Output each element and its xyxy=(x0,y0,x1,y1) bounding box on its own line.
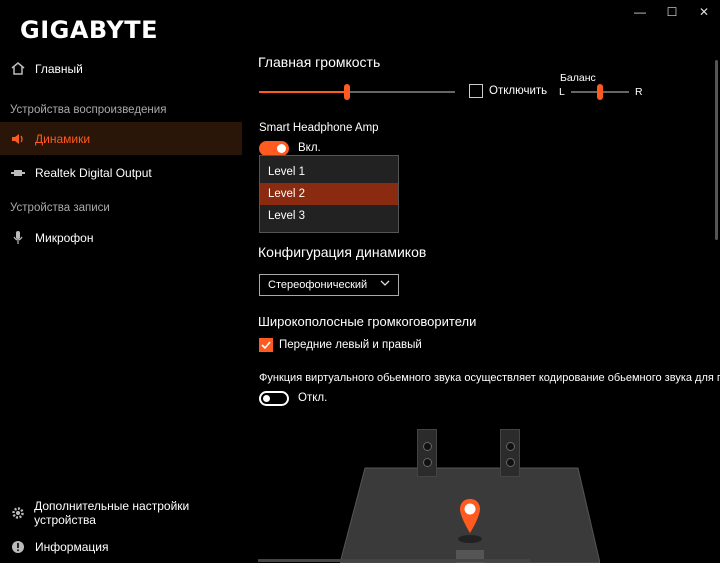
headphone-amp-toggle[interactable] xyxy=(259,141,289,156)
gear-icon xyxy=(10,505,25,521)
headphone-amp-title: Smart Headphone Amp xyxy=(259,122,379,134)
speaker-front-left[interactable] xyxy=(417,429,437,477)
balance-slider-thumb[interactable] xyxy=(597,84,603,100)
sidebar-item-label: Информация xyxy=(35,539,109,554)
virtual-surround-toggle[interactable] xyxy=(259,391,289,406)
sidebar-item-label: Realtek Digital Output xyxy=(35,165,152,180)
toggle-knob xyxy=(277,144,286,153)
balance-right-label: R xyxy=(635,86,643,98)
master-volume-title: Главная громкость xyxy=(258,54,381,70)
amp-level-option[interactable]: Level 1 xyxy=(260,161,398,183)
sidebar-item-label: Микрофон xyxy=(35,230,94,245)
sidebar-item-advanced-settings[interactable]: Дополнительные настройки устройства xyxy=(0,496,242,529)
close-button[interactable]: ✕ xyxy=(688,0,720,24)
sidebar-item-info[interactable]: Информация xyxy=(0,530,242,563)
amp-level-option[interactable]: Level 3 xyxy=(260,205,398,227)
home-icon xyxy=(10,61,26,77)
volume-slider-thumb[interactable] xyxy=(344,84,351,100)
checkmark-icon xyxy=(261,341,271,350)
front-lr-label: Передние левый и правый xyxy=(279,339,422,351)
front-lr-checkbox[interactable] xyxy=(259,338,273,352)
horizontal-scrollbar[interactable] xyxy=(258,559,530,562)
speaker-config-select[interactable]: Стереофонический xyxy=(259,274,399,296)
app-window: — ☐ ✕ GIGABYTE Главный Устройства воспро… xyxy=(0,0,720,563)
sidebar-item-microphone[interactable]: Микрофон xyxy=(0,221,242,254)
digital-output-icon xyxy=(10,165,26,181)
speaker-config-title: Конфигурация динамиков xyxy=(258,244,427,260)
window-controls: — ☐ ✕ xyxy=(624,0,720,24)
mute-checkbox[interactable] xyxy=(469,84,483,98)
toggle-knob xyxy=(263,395,270,402)
sidebar-item-label: Динамики xyxy=(35,131,91,146)
balance-label: Баланс xyxy=(560,72,596,84)
microphone-icon xyxy=(10,230,26,246)
playback-section-label: Устройства воспроизведения xyxy=(10,104,167,116)
speaker-config-value: Стереофонический xyxy=(268,279,368,291)
headphone-amp-toggle-label: Вкл. xyxy=(298,142,321,154)
mute-label: Отключить xyxy=(489,85,548,97)
info-icon xyxy=(10,539,26,555)
record-section-label: Устройства записи xyxy=(10,202,110,214)
speaker-front-right[interactable] xyxy=(500,429,520,477)
sidebar-item-label: Главный xyxy=(35,61,83,76)
minimize-button[interactable]: — xyxy=(624,0,656,24)
sidebar-item-speakers[interactable]: Динамики xyxy=(0,122,242,155)
vertical-scrollbar[interactable] xyxy=(715,60,718,240)
chevron-down-icon xyxy=(380,278,390,290)
speaker-icon xyxy=(10,131,26,147)
amp-level-option-selected[interactable]: Level 2 xyxy=(260,183,398,205)
sidebar-item-label: Дополнительные настройки устройства xyxy=(34,498,190,527)
sidebar-item-digital-output[interactable]: Realtek Digital Output xyxy=(0,156,242,189)
virtual-surround-description: Функция виртуального обьемного звука осу… xyxy=(259,372,720,384)
sidebar-item-home[interactable]: Главный xyxy=(0,52,242,85)
maximize-button[interactable]: ☐ xyxy=(656,0,688,24)
amp-level-dropdown[interactable]: Level 1 Level 2 Level 3 xyxy=(259,155,399,233)
brand-logo: GIGABYTE xyxy=(20,16,159,44)
virtual-surround-toggle-label: Откл. xyxy=(298,392,328,404)
listener-location-pin-icon[interactable] xyxy=(458,497,482,537)
fullrange-title: Широкополосные громкоговорители xyxy=(258,314,477,329)
balance-left-label: L xyxy=(559,86,565,98)
